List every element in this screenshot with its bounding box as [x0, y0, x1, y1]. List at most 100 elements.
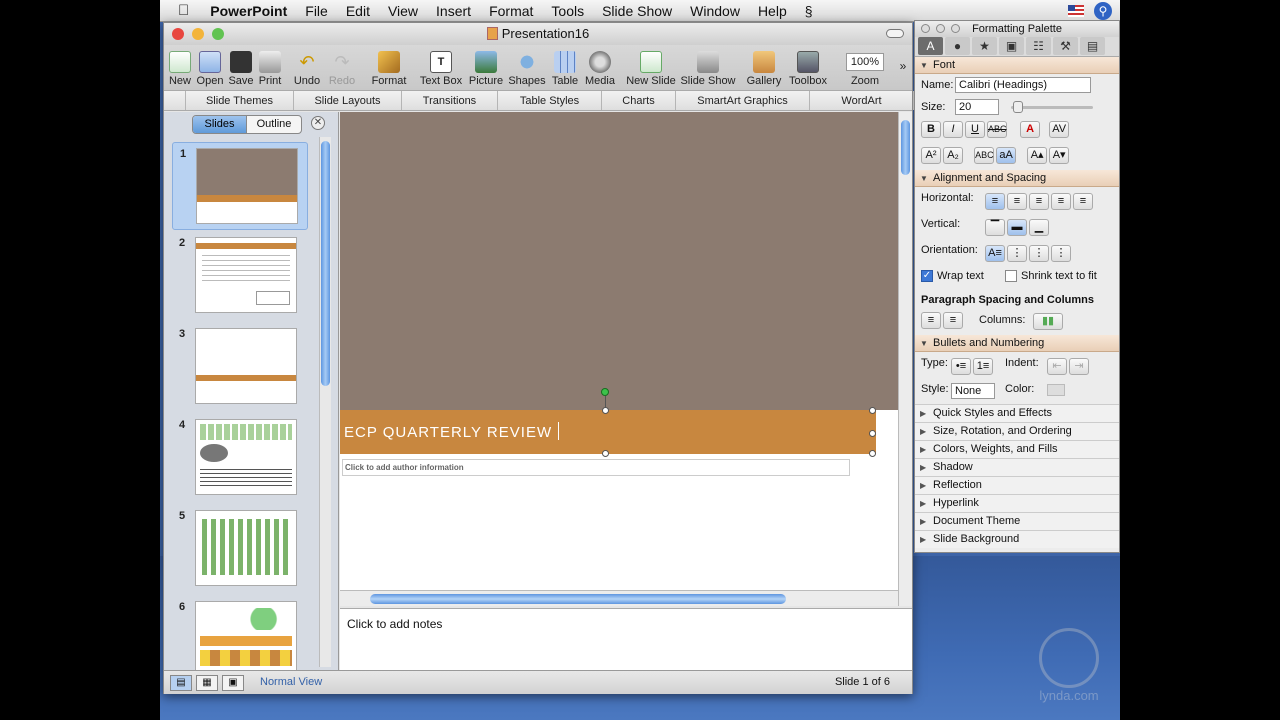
picture-button[interactable]: Picture [468, 47, 504, 87]
resize-handle[interactable] [869, 430, 876, 437]
section-colors-weights[interactable]: Colors, Weights, and Fills [915, 440, 1119, 458]
scroll-thumb[interactable] [321, 141, 330, 386]
slide-thumbnail-4[interactable] [195, 419, 297, 495]
slide-title[interactable]: ECP QUARTERLY REVIEW [344, 424, 552, 441]
slide-thumbnail-row[interactable]: 2 [164, 232, 324, 320]
menu-edit[interactable]: Edit [337, 3, 379, 19]
stacked-text-icon[interactable]: ⋮ [1051, 244, 1071, 262]
project-palette-icon[interactable]: ▤ [1080, 37, 1105, 55]
section-quick-styles[interactable]: Quick Styles and Effects [915, 404, 1119, 422]
scroll-thumb[interactable] [901, 120, 910, 175]
font-name-field[interactable]: Calibri (Headings) [955, 77, 1091, 93]
slide-thumbnail-5[interactable] [195, 510, 297, 586]
scroll-thumb[interactable] [370, 594, 786, 604]
scrapbook-icon[interactable]: ▣ [999, 37, 1024, 55]
columns-dropdown[interactable]: ▮▮ [1033, 313, 1063, 330]
palette-close-button[interactable] [921, 24, 930, 33]
bold-icon[interactable]: B [921, 120, 941, 138]
increase-spacing-icon[interactable]: ≡ [943, 311, 963, 329]
slide-thumbnail-row[interactable]: 4 [164, 414, 324, 502]
outline-tab[interactable]: Outline [247, 116, 301, 133]
slide-show-button[interactable]: Slide Show [680, 47, 736, 87]
section-reflection[interactable]: Reflection [915, 476, 1119, 494]
section-document-theme[interactable]: Document Theme [915, 512, 1119, 530]
format-painter-button[interactable]: Format [370, 47, 408, 87]
palette-minimize-button[interactable] [936, 24, 945, 33]
wrap-text-checkbox[interactable]: ✓ [921, 270, 933, 283]
bullet-style-dropdown[interactable]: None [951, 383, 995, 399]
resize-handle[interactable] [602, 450, 609, 457]
menu-format[interactable]: Format [480, 3, 542, 19]
numbering-icon[interactable]: 1≡ [973, 357, 993, 375]
slide-sorter-view-icon[interactable]: ▦ [196, 675, 218, 691]
menu-window[interactable]: Window [681, 3, 749, 19]
align-top-icon[interactable]: ▔ [985, 218, 1005, 236]
slide-thumbnail-6[interactable] [195, 601, 297, 677]
horizontal-text-icon[interactable]: A≡ [985, 244, 1005, 262]
decrease-spacing-icon[interactable]: ≡ [921, 311, 941, 329]
slides-pane-scrollbar[interactable] [319, 137, 331, 667]
slide-vertical-scrollbar[interactable] [898, 112, 912, 606]
bullets-icon[interactable]: •≡ [951, 357, 971, 375]
tab-table-styles[interactable]: Table Styles [498, 91, 602, 110]
new-button[interactable]: New [168, 47, 192, 87]
close-pane-icon[interactable]: ✕ [311, 116, 325, 130]
align-middle-icon[interactable]: ▬ [1007, 218, 1027, 236]
author-placeholder[interactable]: Click to add author information [342, 459, 850, 476]
palette-zoom-button[interactable] [951, 24, 960, 33]
text-box-button[interactable]: T Text Box [418, 47, 464, 87]
custom-animation-icon[interactable]: ★ [972, 37, 997, 55]
menu-file[interactable]: File [296, 3, 337, 19]
zoom-control[interactable]: 100% Zoom [840, 47, 890, 87]
align-left-icon[interactable]: ≡ [985, 192, 1005, 210]
normal-view-icon[interactable]: ▤ [170, 675, 192, 691]
subscript-icon[interactable]: A₂ [943, 146, 963, 164]
menu-insert[interactable]: Insert [427, 3, 480, 19]
align-center-icon[interactable]: ≡ [1007, 192, 1027, 210]
tab-transitions[interactable]: Transitions [402, 91, 498, 110]
slide-thumbnail-row[interactable]: 5 [164, 505, 324, 593]
menu-help[interactable]: Help [749, 3, 796, 19]
slide-show-view-icon[interactable]: ▣ [222, 675, 244, 691]
shapes-button[interactable]: Shapes [508, 47, 546, 87]
slide-thumbnail-1[interactable] [196, 148, 298, 224]
resize-handle[interactable] [869, 407, 876, 414]
object-palette-icon[interactable]: ● [945, 37, 970, 55]
us-flag-icon[interactable] [1068, 5, 1084, 17]
tab-wordart[interactable]: WordArt [810, 91, 914, 110]
notes-pane[interactable]: Click to add notes [340, 608, 912, 670]
font-section-header[interactable]: Font [915, 57, 1119, 74]
all-caps-icon[interactable]: aA [996, 146, 1017, 164]
justify-icon[interactable]: ≡ [1051, 192, 1071, 210]
bullets-section-header[interactable]: Bullets and Numbering [915, 335, 1119, 352]
section-hyperlink[interactable]: Hyperlink [915, 494, 1119, 512]
character-spacing-icon[interactable]: AV [1049, 120, 1070, 138]
section-slide-background[interactable]: Slide Background [915, 530, 1119, 548]
apple-menu-icon[interactable]:  [160, 2, 201, 19]
font-size-field[interactable]: 20 [955, 99, 999, 115]
decrease-indent-icon[interactable]: ⇤ [1047, 357, 1067, 375]
menu-app-name[interactable]: PowerPoint [201, 3, 296, 19]
toolbar-toggle-button[interactable] [886, 29, 904, 38]
menu-view[interactable]: View [379, 3, 427, 19]
print-button[interactable]: Print [256, 47, 284, 87]
distribute-icon[interactable]: ≡ [1073, 192, 1093, 210]
shrink-text-checkbox[interactable] [1005, 270, 1017, 283]
table-button[interactable]: Table [550, 47, 580, 87]
tab-slide-layouts[interactable]: Slide Layouts [294, 91, 402, 110]
slide-horizontal-scrollbar[interactable] [340, 590, 898, 606]
rotation-handle[interactable] [601, 388, 609, 396]
compatibility-icon[interactable]: ⚒ [1053, 37, 1078, 55]
gallery-button[interactable]: Gallery [744, 47, 784, 87]
slide-thumbnail-row[interactable]: 1 [172, 142, 308, 230]
rotate-text-up-icon[interactable]: ⋮ [1029, 244, 1049, 262]
save-button[interactable]: Save [228, 47, 254, 87]
font-color-icon[interactable]: A [1020, 120, 1041, 138]
formatting-palette-icon[interactable]: A [918, 37, 943, 55]
undo-button[interactable]: ↶ Undo [292, 47, 322, 87]
menu-slide-show[interactable]: Slide Show [593, 3, 681, 19]
rotate-text-down-icon[interactable]: ⋮ [1007, 244, 1027, 262]
zoom-window-button[interactable] [212, 28, 224, 40]
minimize-window-button[interactable] [192, 28, 204, 40]
tab-slide-themes[interactable]: Slide Themes [186, 91, 294, 110]
